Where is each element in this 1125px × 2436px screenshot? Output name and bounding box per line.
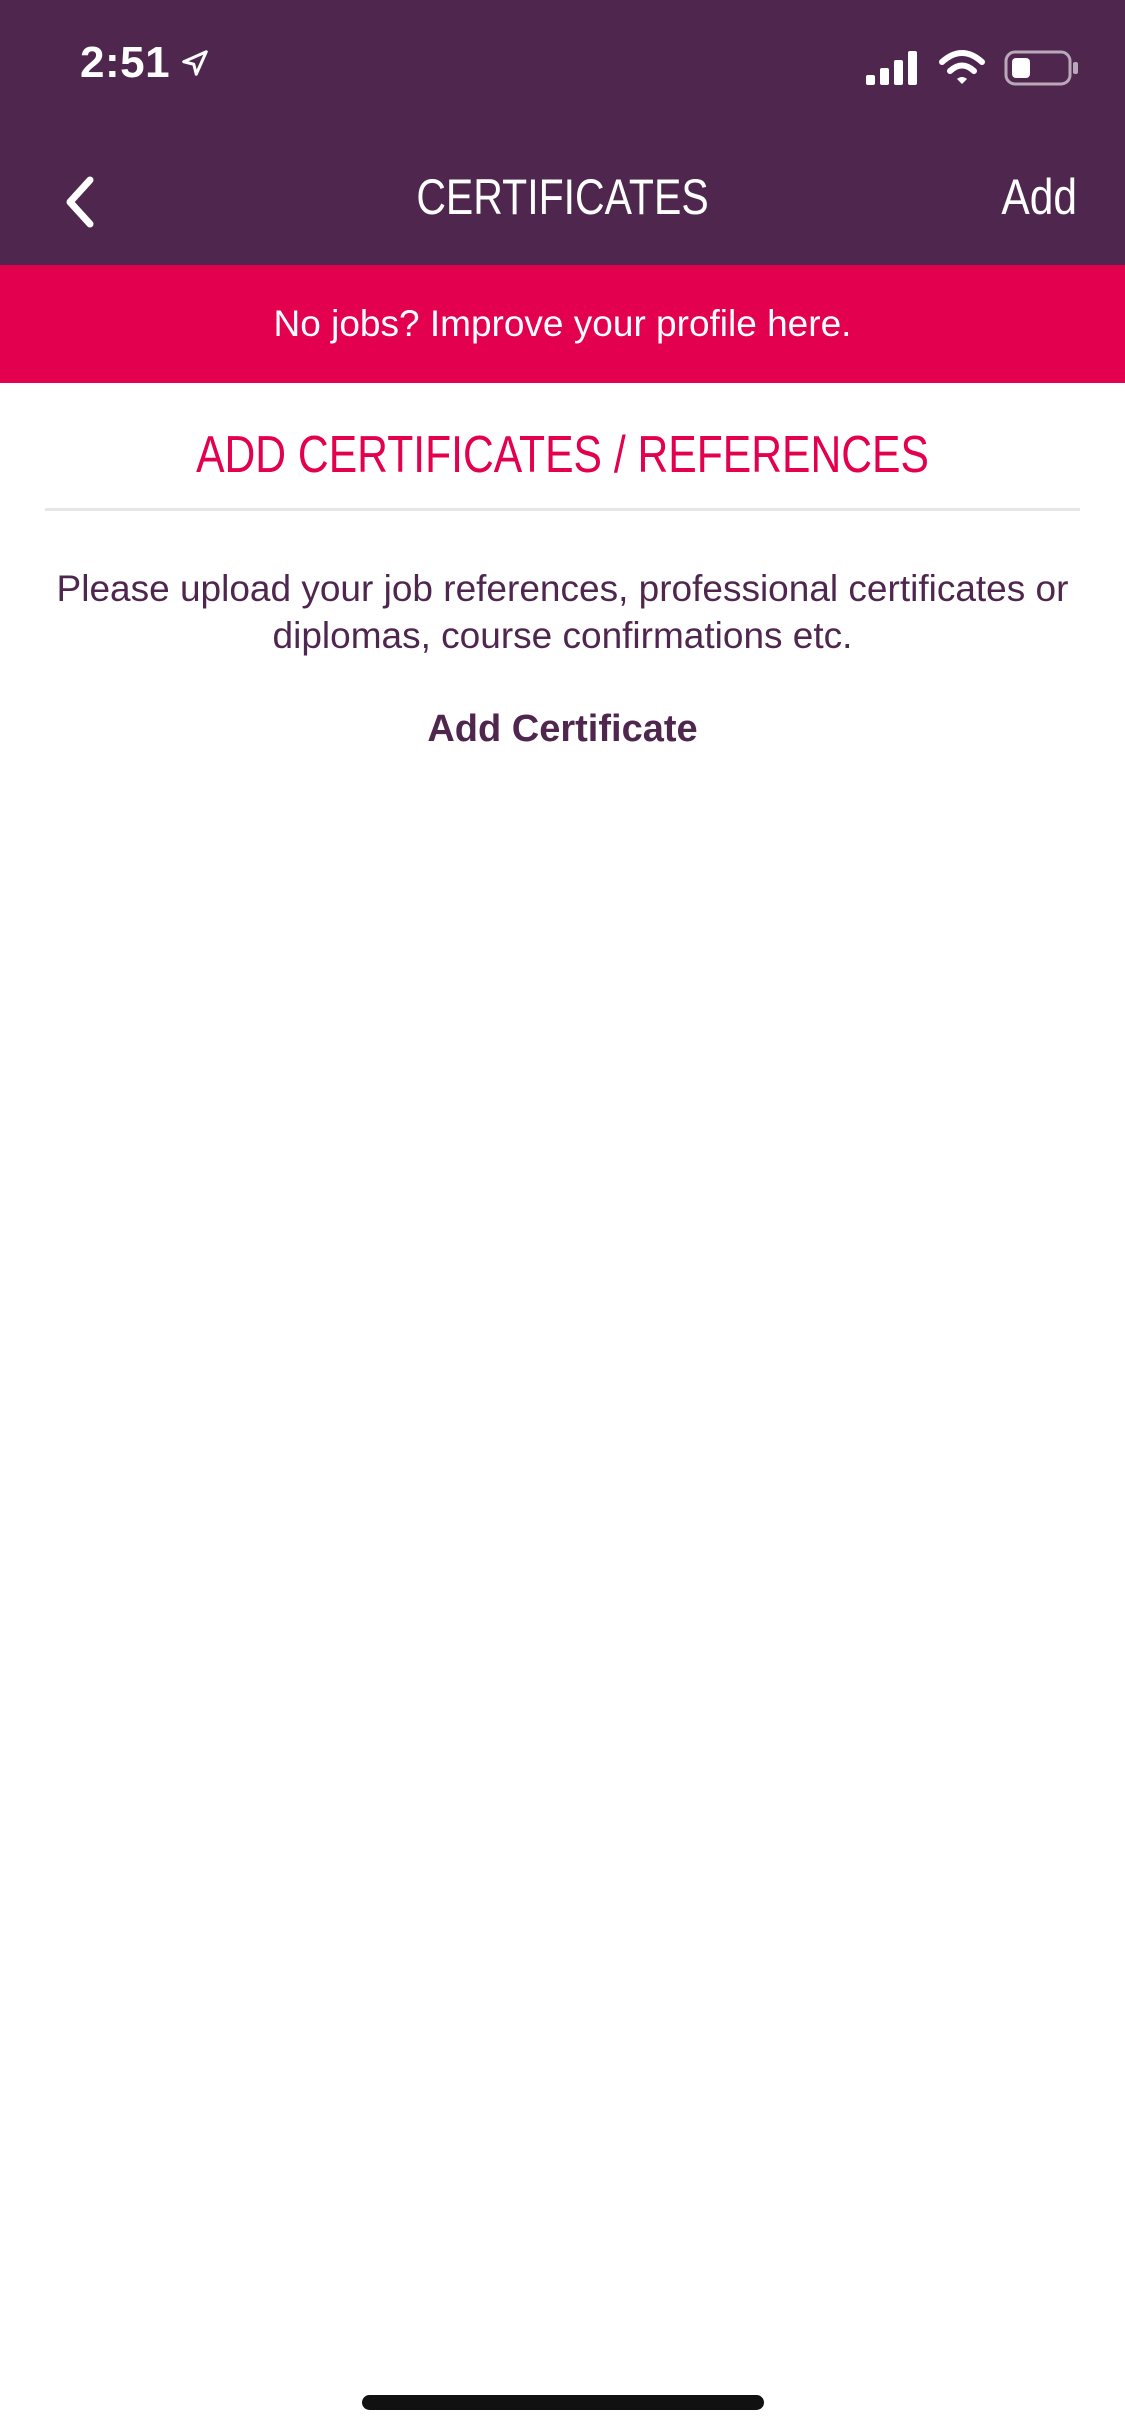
location-arrow-icon (182, 50, 208, 76)
status-time: 2:51 (80, 38, 210, 88)
page-title: CERTIFICATES (416, 169, 709, 225)
add-button[interactable]: Add (1001, 168, 1077, 226)
navigation-bar: CERTIFICATES Add (0, 140, 1125, 265)
status-icons (866, 50, 1080, 86)
status-time-text: 2:51 (80, 38, 171, 87)
cellular-signal-icon (866, 51, 917, 85)
status-bar: 2:51 (0, 0, 1125, 140)
add-certificate-link[interactable]: Add Certificate (0, 708, 1125, 751)
home-indicator[interactable] (362, 2395, 764, 2410)
description-text: Please upload your job references, profe… (56, 568, 1069, 656)
section-heading: ADD CERTIFICATES / REFERENCES (196, 426, 929, 484)
improve-profile-banner-text: No jobs? Improve your profile here. (273, 303, 852, 344)
wifi-icon (939, 50, 985, 84)
app-header: 2:51 CERTIFICATES Add (0, 0, 1125, 265)
chevron-left-icon (66, 176, 94, 228)
divider (45, 508, 1080, 511)
improve-profile-banner[interactable]: No jobs? Improve your profile here. (0, 265, 1125, 383)
battery-icon (1004, 50, 1078, 86)
